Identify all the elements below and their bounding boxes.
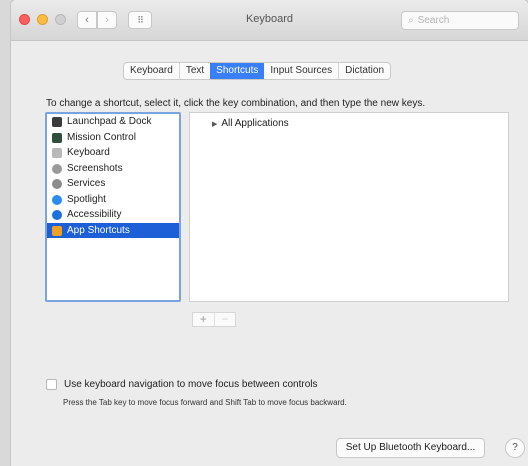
category-services[interactable]: Services [47,176,179,192]
remove-shortcut-button[interactable]: − [213,313,236,326]
tab-bar: Keyboard Text Shortcuts Input Sources Di… [123,62,392,80]
keyboard-navigation-hint: Press the Tab key to move focus forward … [63,398,347,407]
search-field[interactable]: ⌕ Search [401,11,519,30]
spotlight-icon [52,194,62,205]
keyboard-navigation-checkbox[interactable] [46,379,57,390]
tab-shortcuts[interactable]: Shortcuts [210,63,265,79]
keyboard-navigation-label: Use keyboard navigation to move focus be… [64,379,318,390]
category-label: Screenshots [67,162,123,174]
category-launchpad-dock[interactable]: Launchpad & Dock [47,114,179,130]
disclosure-triangle-icon[interactable]: ▶ [212,121,217,128]
tab-input-sources[interactable]: Input Sources [264,63,338,79]
category-spotlight[interactable]: Spotlight [47,192,179,208]
shortcuts-list[interactable]: ▶ All Applications [189,112,509,302]
all-applications-label: All Applications [221,118,289,129]
accessibility-icon [52,210,62,220]
search-icon: ⌕ [408,15,414,26]
keyboard-icon [52,148,62,158]
category-accessibility[interactable]: Accessibility [47,207,179,223]
tab-text[interactable]: Text [180,63,210,79]
keyboard-preferences-window: ‹ › ⠿ Keyboard ⌕ Search Keyboard Text Sho… [11,0,528,466]
add-remove-control: + − [192,312,236,327]
set-up-bluetooth-keyboard-button[interactable]: Set Up Bluetooth Keyboard... [336,438,485,458]
category-mission-control[interactable]: Mission Control [47,130,179,146]
category-label: Spotlight [67,193,106,205]
category-screenshots[interactable]: Screenshots [47,161,179,177]
keyboard-navigation-option[interactable]: Use keyboard navigation to move focus be… [46,379,317,390]
category-label: Keyboard [67,147,110,158]
category-label: Services [67,178,106,189]
help-button[interactable]: ? [505,438,525,458]
screenshots-icon [52,163,62,174]
all-applications-row[interactable]: ▶ All Applications [212,118,289,129]
add-shortcut-button[interactable]: + [193,313,214,326]
search-placeholder: Search [417,15,450,26]
mission-control-icon [52,132,62,143]
launchpad-icon [52,117,62,127]
gear-icon [52,179,62,189]
tab-keyboard[interactable]: Keyboard [124,63,179,79]
category-label: Launchpad & Dock [67,116,152,127]
category-label: App Shortcuts [67,224,130,236]
tab-dictation[interactable]: Dictation [339,63,390,79]
instructions-text: To change a shortcut, select it, click t… [46,98,426,109]
category-label: Mission Control [67,131,136,143]
category-label: Accessibility [67,209,122,220]
app-shortcuts-icon [52,225,62,236]
category-keyboard[interactable]: Keyboard [47,145,179,161]
category-list[interactable]: Launchpad & Dock Mission Control Keyboar… [45,112,181,302]
category-app-shortcuts[interactable]: App Shortcuts [47,222,179,238]
title-bar: ‹ › ⠿ Keyboard ⌕ Search [11,0,528,41]
